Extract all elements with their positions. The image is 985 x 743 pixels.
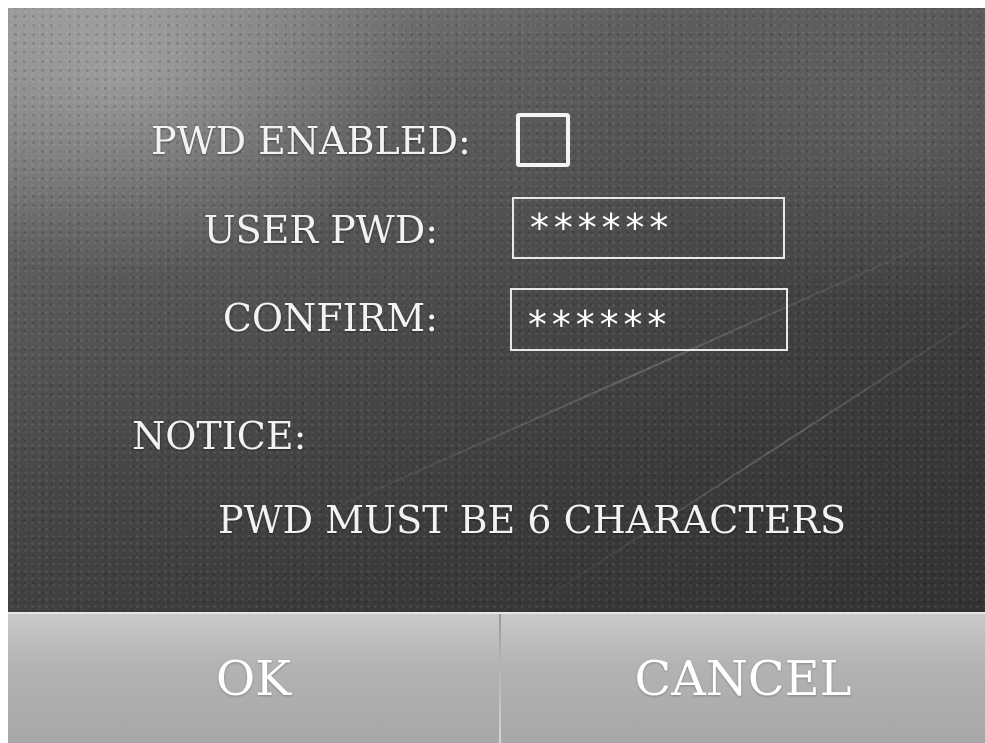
user-pwd-label: USER PWD:: [203, 208, 438, 252]
ok-button[interactable]: OK: [8, 614, 499, 743]
confirm-label: CONFIRM:: [222, 296, 438, 340]
pwd-enabled-label: PWD ENABLED:: [151, 119, 471, 163]
cancel-button[interactable]: CANCEL: [501, 614, 985, 743]
notice-heading: NOTICE:: [132, 414, 307, 458]
confirm-input[interactable]: ******: [510, 288, 788, 351]
pwd-enabled-checkbox[interactable]: [516, 113, 570, 167]
password-settings-screen: PWD ENABLED: USER PWD: ****** CONFIRM: *…: [8, 8, 985, 743]
button-bar: OK CANCEL: [8, 612, 985, 743]
notice-text: PWD MUST BE 6 CHARACTERS: [218, 498, 847, 542]
user-pwd-input[interactable]: ******: [512, 197, 785, 259]
